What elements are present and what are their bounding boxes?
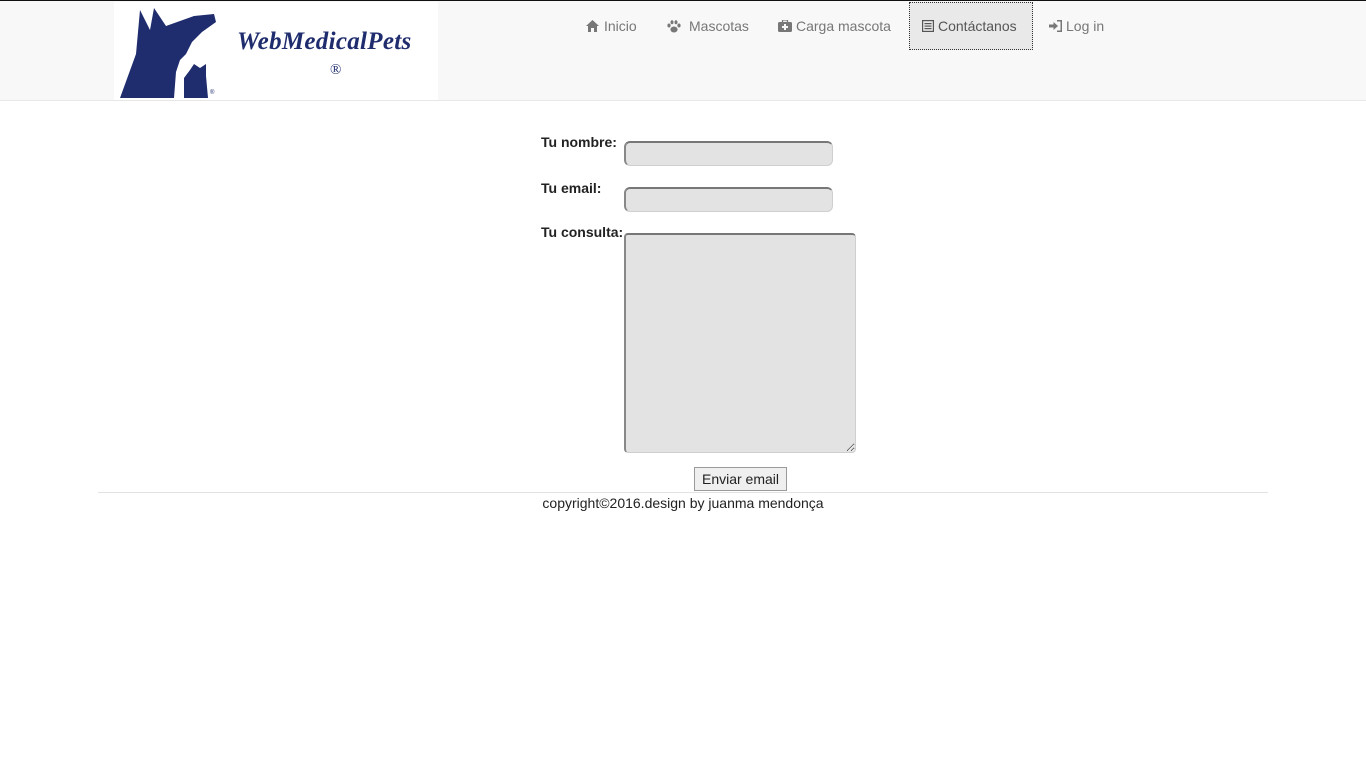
nav-item-label: Contáctanos: [938, 18, 1017, 34]
query-label: Tu consulta:: [541, 224, 624, 240]
nav-item-contactanos[interactable]: Contáctanos: [909, 2, 1033, 50]
paw-icon: [667, 19, 681, 33]
nav-item-mascotas[interactable]: Mascotas: [655, 2, 761, 50]
query-textarea[interactable]: [624, 233, 856, 453]
svg-text:®: ®: [210, 89, 215, 96]
email-label: Tu email:: [541, 180, 602, 196]
dog-cat-silhouette-icon: ®: [120, 8, 216, 98]
nav-item-inicio[interactable]: Inicio: [574, 2, 649, 50]
brand-name: WebMedicalPets: [237, 28, 412, 55]
medkit-icon: [778, 20, 792, 32]
brand-logo[interactable]: ® WebMedicalPets ®: [114, 2, 438, 100]
email-input[interactable]: [624, 187, 833, 212]
footer-divider: [98, 492, 1268, 493]
brand-registered-mark: ®: [330, 62, 342, 78]
name-input[interactable]: [624, 141, 833, 166]
name-label: Tu nombre:: [541, 134, 617, 150]
list-alt-icon: [922, 20, 934, 32]
nav-item-label: Mascotas: [689, 18, 749, 34]
nav-item-log-in[interactable]: Log in: [1037, 2, 1116, 50]
copyright-text: copyright©2016.design by juanma mendonça: [542, 495, 824, 511]
nav-item-label: Inicio: [604, 18, 637, 34]
nav-item-label: Log in: [1066, 18, 1105, 34]
log-in-icon: [1049, 20, 1062, 32]
nav-item-label: Carga mascota: [796, 18, 891, 34]
nav-item-carga-mascota[interactable]: Carga mascota: [766, 2, 903, 50]
home-icon: [586, 20, 599, 32]
send-email-button[interactable]: Enviar email: [694, 467, 787, 491]
navbar: ® WebMedicalPets ® Inicio Mascotas Carga…: [0, 1, 1366, 101]
